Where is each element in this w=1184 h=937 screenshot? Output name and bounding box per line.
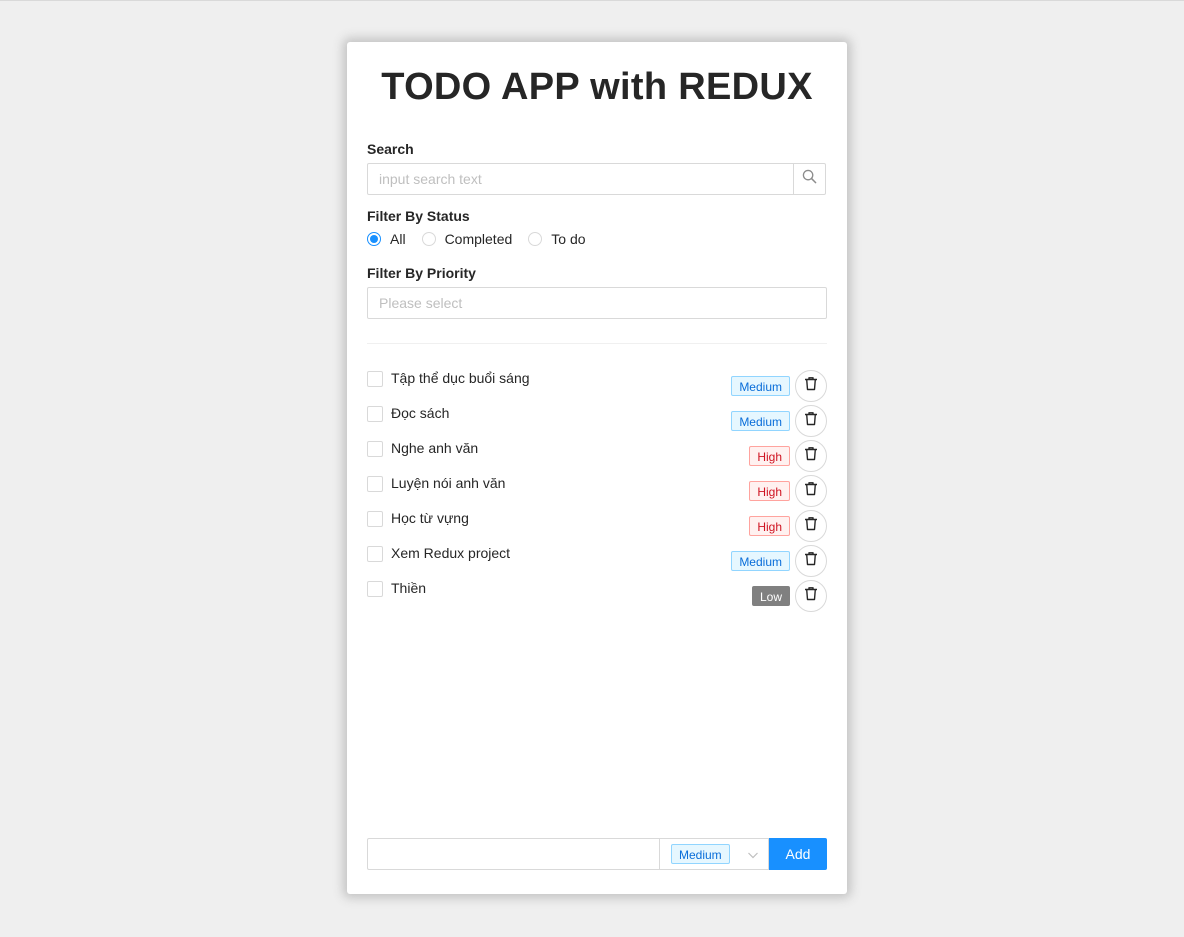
todo-checkbox[interactable]	[367, 371, 383, 387]
radio-button-checked[interactable]	[367, 232, 381, 246]
search-label: Search	[367, 141, 414, 157]
todo-item: Học từ vựng High	[367, 507, 827, 542]
radio-label: Completed	[444, 231, 513, 247]
priority-tag: Low	[751, 586, 790, 606]
priority-tag: High	[749, 446, 790, 466]
todo-name: Xem Redux project	[391, 545, 511, 561]
todo-item: Đọc sách Medium	[367, 402, 827, 437]
todo-item: Xem Redux project Medium	[367, 542, 827, 577]
todo-name: Nghe anh văn	[391, 440, 479, 456]
delete-button[interactable]	[795, 545, 827, 577]
priority-tag: High	[749, 481, 790, 501]
todo-item: Thiền Low	[367, 577, 827, 612]
trash-icon	[804, 481, 818, 501]
new-todo-input[interactable]	[367, 838, 659, 870]
top-border-line	[0, 0, 1184, 1]
trash-icon	[804, 446, 818, 466]
delete-button[interactable]	[795, 370, 827, 402]
search-input[interactable]	[368, 164, 793, 194]
todo-item: Nghe anh văn High	[367, 437, 827, 472]
search-icon	[802, 169, 817, 189]
trash-icon	[804, 516, 818, 536]
todo-list: Tập thể dục buổi sáng Medium Đọc sách Me…	[367, 367, 827, 612]
status-radio-completed[interactable]: Completed	[421, 231, 513, 247]
selected-priority-tag: Medium	[671, 844, 730, 864]
status-filter-label: Filter By Status	[367, 208, 470, 224]
todo-checkbox[interactable]	[367, 406, 383, 422]
trash-icon	[804, 551, 818, 571]
priority-tag: High	[749, 516, 790, 536]
trash-icon	[804, 586, 818, 606]
search-button[interactable]	[793, 164, 825, 194]
delete-button[interactable]	[795, 510, 827, 542]
priority-tag: Medium	[731, 376, 790, 396]
status-radio-all[interactable]: All	[367, 231, 406, 247]
add-button[interactable]: Add	[769, 838, 827, 870]
todo-name: Luyện nói anh văn	[391, 475, 506, 491]
delete-button[interactable]	[795, 405, 827, 437]
radio-label: To do	[551, 231, 586, 247]
todo-checkbox[interactable]	[367, 441, 383, 457]
radio-button[interactable]	[421, 232, 436, 246]
todo-checkbox[interactable]	[367, 546, 383, 562]
radio-button[interactable]	[528, 232, 543, 246]
todo-checkbox[interactable]	[367, 476, 383, 492]
priority-filter-select[interactable]: Please select	[367, 287, 827, 319]
trash-icon	[804, 411, 818, 431]
delete-button[interactable]	[795, 440, 827, 472]
delete-button[interactable]	[795, 580, 827, 612]
todo-name: Tập thể dục buổi sáng	[391, 370, 530, 386]
status-radio-todo[interactable]: To do	[528, 231, 586, 247]
todo-item: Luyện nói anh văn High	[367, 472, 827, 507]
todo-item: Tập thể dục buổi sáng Medium	[367, 367, 827, 402]
todo-app-card: TODO APP with REDUX Search Filter By Sta…	[347, 42, 847, 894]
todo-name: Thiền	[391, 580, 427, 596]
divider	[367, 343, 827, 344]
todo-checkbox[interactable]	[367, 511, 383, 527]
add-todo-form: Medium Add	[367, 838, 827, 870]
page-title: TODO APP with REDUX	[381, 66, 813, 108]
todo-name: Đọc sách	[391, 405, 450, 421]
delete-button[interactable]	[795, 475, 827, 507]
priority-tag: Medium	[731, 411, 790, 431]
priority-tag: Medium	[731, 551, 790, 571]
todo-name: Học từ vựng	[391, 510, 469, 526]
todo-checkbox[interactable]	[367, 581, 383, 597]
search-box	[367, 163, 826, 195]
radio-label: All	[390, 231, 406, 247]
trash-icon	[804, 376, 818, 396]
priority-filter-label: Filter By Priority	[367, 265, 476, 281]
new-todo-priority-select[interactable]: Medium	[659, 838, 769, 870]
chevron-down-icon	[747, 848, 759, 866]
status-radio-group: All Completed To do	[367, 231, 602, 247]
